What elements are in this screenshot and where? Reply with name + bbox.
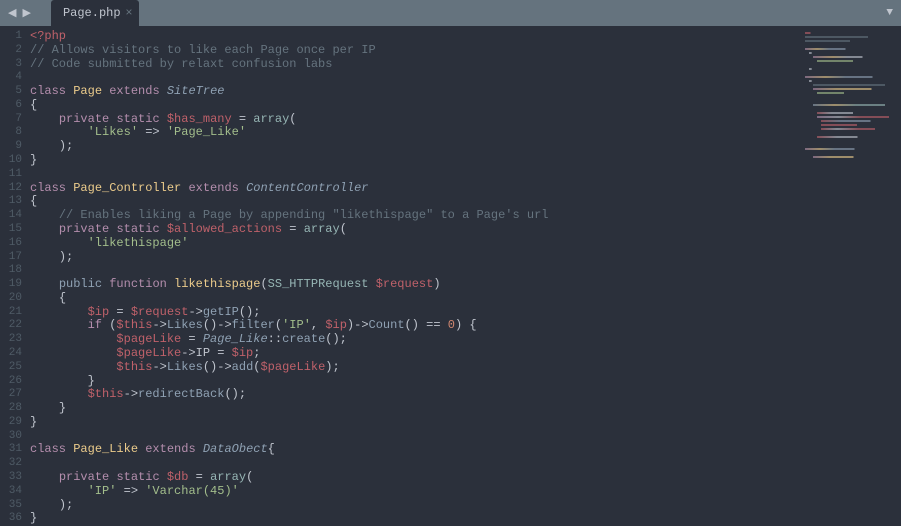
line-number: 8 [4, 126, 22, 140]
line-number: 17 [4, 251, 22, 265]
minimap[interactable] [805, 30, 895, 160]
line-number: 15 [4, 223, 22, 237]
line-number: 25 [4, 361, 22, 375]
line-number-gutter: 1234567891011121314151617181920212223242… [0, 26, 30, 522]
line-number: 28 [4, 402, 22, 416]
line-number: 12 [4, 182, 22, 196]
line-number: 19 [4, 278, 22, 292]
nav-back-icon[interactable]: ◀ [8, 6, 16, 20]
comment: // Allows visitors to like each Page onc… [30, 43, 376, 57]
line-number: 6 [4, 99, 22, 113]
editor-area: 1234567891011121314151617181920212223242… [0, 26, 901, 522]
line-number: 23 [4, 333, 22, 347]
tab-page-php[interactable]: Page.php × [51, 0, 139, 26]
line-number: 20 [4, 292, 22, 306]
line-number: 9 [4, 140, 22, 154]
line-number: 29 [4, 416, 22, 430]
tab-label: Page.php [63, 6, 121, 20]
line-number: 10 [4, 154, 22, 168]
line-number: 1 [4, 30, 22, 44]
chevron-down-icon[interactable]: ▼ [886, 7, 893, 19]
line-number: 27 [4, 388, 22, 402]
line-number: 4 [4, 71, 22, 85]
line-number: 35 [4, 499, 22, 513]
line-number: 31 [4, 443, 22, 457]
line-number: 22 [4, 319, 22, 333]
line-number: 21 [4, 306, 22, 320]
line-number: 11 [4, 168, 22, 182]
line-number: 2 [4, 44, 22, 58]
comment: // Code submitted by relaxt confusion la… [30, 57, 332, 71]
line-number: 36 [4, 512, 22, 526]
line-number: 33 [4, 471, 22, 485]
window-titlebar: ◀ ▶ Page.php × ▼ [0, 0, 901, 26]
line-number: 7 [4, 113, 22, 127]
line-number: 14 [4, 209, 22, 223]
line-number: 30 [4, 430, 22, 444]
code-content[interactable]: <?php // Allows visitors to like each Pa… [30, 26, 901, 522]
nav-forward-icon[interactable]: ▶ [22, 6, 30, 20]
line-number: 16 [4, 237, 22, 251]
line-number: 34 [4, 485, 22, 499]
line-number: 3 [4, 58, 22, 72]
line-number: 24 [4, 347, 22, 361]
line-number: 26 [4, 375, 22, 389]
line-number: 18 [4, 264, 22, 278]
line-number: 32 [4, 457, 22, 471]
line-number: 13 [4, 195, 22, 209]
line-number: 5 [4, 85, 22, 99]
php-open-tag: <?php [30, 29, 66, 43]
close-icon[interactable]: × [125, 6, 132, 20]
nav-arrows: ◀ ▶ [8, 6, 31, 20]
